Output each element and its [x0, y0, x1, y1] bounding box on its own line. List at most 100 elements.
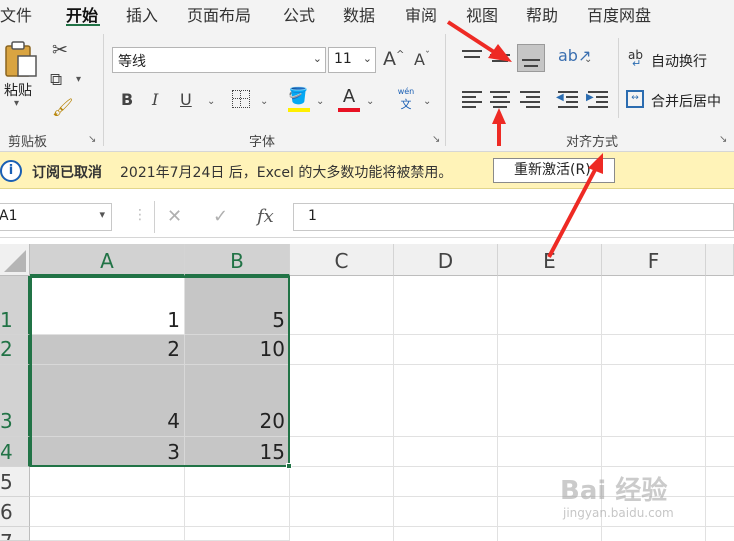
font-launcher-icon[interactable]: ↘ — [432, 134, 440, 145]
format-painter-icon[interactable]: 🖌 — [52, 98, 74, 118]
reactivate-button[interactable]: 重新激活(R) — [493, 158, 615, 183]
menu-page-layout[interactable]: 页面布局 — [187, 2, 251, 26]
decrease-indent-button[interactable]: ◀ — [556, 88, 580, 110]
align-bottom-button[interactable] — [517, 44, 545, 72]
alignment-launcher-icon[interactable]: ↘ — [719, 134, 727, 145]
cancel-icon[interactable]: ✕ — [167, 206, 182, 227]
subscription-notice: i 订阅已取消 2021年7月24日 后，Excel 的大多数功能将被禁用。 重… — [0, 152, 734, 189]
copy-icon[interactable]: ⧉ — [50, 70, 62, 90]
row-number: 4 — [0, 440, 13, 464]
chevron-down-icon[interactable]: ▾ — [99, 208, 105, 221]
paste-button[interactable]: 粘贴 ▾ — [2, 40, 38, 109]
menu-file[interactable]: 文件 — [0, 2, 32, 26]
menu-view[interactable]: 视图 — [466, 2, 498, 26]
row-number: 5 — [0, 470, 13, 494]
row-header-6[interactable]: 6 — [0, 497, 30, 527]
cell-a1[interactable]: 1 — [30, 276, 185, 335]
cell-a3[interactable]: 4 — [30, 365, 185, 437]
row-header-3[interactable]: 3 — [0, 365, 30, 437]
select-all-corner[interactable] — [0, 244, 30, 276]
paste-icon — [5, 41, 37, 77]
decrease-font-icon[interactable]: Aˇ — [414, 50, 430, 69]
cell-b4[interactable]: 15 — [185, 437, 290, 467]
row-header-4[interactable]: 4 — [0, 437, 30, 467]
cell-b3[interactable]: 20 — [185, 365, 290, 437]
merge-center-label: 合并后居中 — [651, 94, 721, 110]
cell-b1[interactable]: 5 — [185, 276, 290, 335]
grid-row-line — [290, 526, 734, 527]
font-color-dropdown-icon[interactable]: ⌄ — [366, 96, 374, 107]
borders-icon[interactable] — [232, 90, 250, 108]
increase-indent-button[interactable]: ▶ — [586, 88, 610, 110]
font-color-button[interactable]: A — [338, 86, 360, 112]
menu-formulas[interactable]: 公式 — [283, 2, 315, 26]
cell-b6[interactable] — [185, 497, 290, 527]
divider — [154, 201, 155, 233]
cut-icon[interactable]: ✂ — [52, 39, 68, 61]
row-header-7[interactable]: 7 — [0, 527, 30, 541]
borders-dropdown-icon[interactable]: ⌄ — [260, 96, 268, 107]
row-header-1[interactable]: 1 — [0, 276, 30, 335]
phonetic-dropdown-icon[interactable]: ⌄ — [423, 96, 431, 107]
column-header-g[interactable] — [706, 244, 734, 276]
fill-color-dropdown-icon[interactable]: ⌄ — [316, 96, 324, 107]
cell-b2[interactable]: 10 — [185, 335, 290, 365]
fill-handle[interactable] — [286, 463, 292, 469]
menu-baidu-netdisk[interactable]: 百度网盘 — [587, 2, 651, 26]
italic-button[interactable]: I — [152, 90, 158, 109]
menu-insert[interactable]: 插入 — [126, 2, 158, 26]
menu-help[interactable]: 帮助 — [526, 2, 558, 26]
cell-b7[interactable] — [185, 527, 290, 541]
empty-grid[interactable] — [290, 276, 734, 541]
align-center-button[interactable] — [488, 88, 512, 110]
chevron-down-icon: ⌄ — [312, 52, 322, 65]
cell-a5[interactable] — [30, 467, 185, 497]
cell-a6[interactable] — [30, 497, 185, 527]
copy-dropdown-icon[interactable]: ▾ — [76, 74, 81, 85]
font-name-dropdown[interactable]: 等线 ⌄ — [112, 47, 326, 73]
info-icon: i — [0, 160, 22, 182]
column-header-f[interactable]: F — [602, 244, 706, 276]
wrap-text-label: 自动换行 — [651, 54, 707, 70]
align-middle-button[interactable] — [488, 46, 512, 68]
column-header-c[interactable]: C — [290, 244, 394, 276]
phonetic-guide-button[interactable]: wén 文 — [394, 87, 418, 111]
column-header-b[interactable]: B — [185, 244, 290, 276]
wrap-text-button[interactable]: ab ↵ 自动换行 — [628, 48, 734, 72]
formula-bar-grip-icon[interactable]: ⋮ — [133, 207, 147, 223]
clipboard-group-label: 剪贴板 — [8, 135, 48, 150]
align-left-button[interactable] — [460, 88, 484, 110]
formula-input[interactable]: 1 — [293, 203, 734, 231]
underline-button[interactable]: U — [180, 90, 192, 109]
font-size-value: 11 — [334, 51, 352, 67]
underline-dropdown-icon[interactable]: ⌄ — [207, 96, 215, 107]
menu-review[interactable]: 审阅 — [405, 2, 437, 26]
column-header-d[interactable]: D — [394, 244, 498, 276]
grid-row-line — [290, 334, 734, 335]
fill-color-button[interactable]: 🪣 — [288, 86, 310, 112]
align-right-button[interactable] — [518, 88, 542, 110]
insert-function-icon[interactable]: fx — [257, 206, 274, 227]
row-header-5[interactable]: 5 — [0, 467, 30, 497]
column-header-a[interactable]: A — [30, 244, 185, 276]
cell-a7[interactable] — [30, 527, 185, 541]
menu-home[interactable]: 开始 — [66, 2, 98, 26]
name-box[interactable]: A1 ▾ — [0, 203, 112, 231]
cell-a4[interactable]: 3 — [30, 437, 185, 467]
clipboard-launcher-icon[interactable]: ↘ — [88, 134, 96, 145]
menu-data[interactable]: 数据 — [343, 2, 375, 26]
font-size-dropdown[interactable]: 11 ⌄ — [328, 47, 376, 73]
bold-button[interactable]: B — [121, 90, 133, 109]
merge-center-button[interactable]: ↔ 合并后居中 — [626, 88, 734, 112]
cell-b5[interactable] — [185, 467, 290, 497]
increase-font-icon[interactable]: A^ — [383, 48, 404, 70]
enter-check-icon[interactable]: ✓ — [213, 206, 228, 227]
cell-a2[interactable]: 2 — [30, 335, 185, 365]
align-top-button[interactable] — [460, 46, 484, 68]
row-header-2[interactable]: 2 — [0, 335, 30, 365]
column-header-e[interactable]: E — [498, 244, 602, 276]
paste-dropdown-icon[interactable]: ▾ — [14, 98, 19, 109]
baidu-watermark-url: jingyan.baidu.com — [563, 506, 674, 520]
orientation-dropdown-icon[interactable]: ⌄ — [584, 54, 592, 65]
grid-row-line — [290, 466, 734, 467]
